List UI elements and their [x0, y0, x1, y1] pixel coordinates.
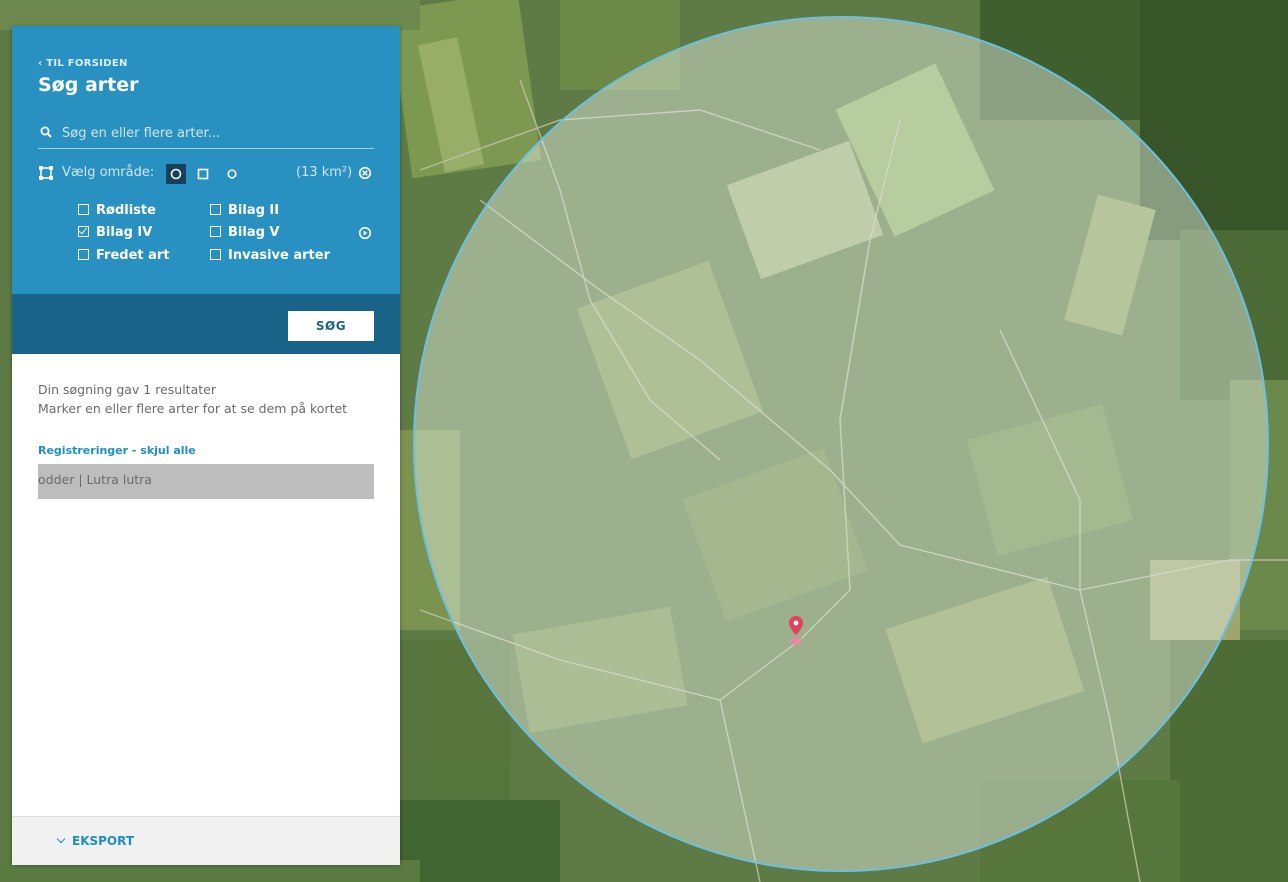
export-label: EKSPORT	[72, 834, 135, 848]
area-label: Vælg område:	[62, 165, 155, 180]
checkbox[interactable]	[210, 249, 221, 260]
chevron-down-icon	[56, 834, 66, 844]
area-selector: Vælg område: (13 km²)	[38, 164, 378, 184]
panel-footer: EKSPORT	[12, 816, 400, 865]
checkbox[interactable]	[78, 249, 89, 260]
result-item[interactable]: odder | Lutra lutra	[38, 464, 374, 499]
filter-label: Invasive arter	[228, 248, 330, 263]
back-to-home-link[interactable]: ‹ TIL FORSIDEN	[38, 58, 128, 69]
result-count-text: Din søgning gav 1 resultater	[38, 382, 216, 397]
area-select-icon	[39, 166, 53, 180]
checkbox[interactable]	[78, 204, 89, 215]
page-title: Søg arter	[38, 74, 139, 96]
rectangle-shape-button[interactable]	[193, 164, 213, 184]
checkbox[interactable]	[210, 226, 221, 237]
point-shape-icon	[227, 169, 237, 179]
play-circle-icon[interactable]	[358, 226, 372, 240]
filter-label: Fredet art	[96, 248, 170, 263]
filter-invasive-arter[interactable]: Invasive arter	[210, 248, 330, 263]
clear-area-icon[interactable]	[358, 166, 372, 180]
species-search	[38, 122, 374, 149]
species-search-input[interactable]	[62, 122, 370, 144]
filter-label: Bilag IV	[96, 225, 153, 240]
area-size: (13 km²)	[296, 165, 353, 180]
filter-bilag-ii[interactable]: Bilag II	[210, 203, 279, 218]
filter-bilag-iv[interactable]: Bilag IV	[78, 225, 152, 240]
hide-all-registrations-link[interactable]: Registreringer - skjul alle	[38, 444, 196, 457]
search-panel: ‹ TIL FORSIDEN Søg arter Vælg område:	[12, 26, 400, 865]
export-button[interactable]: EKSPORT	[56, 834, 135, 848]
point-shape-button[interactable]	[222, 164, 242, 184]
search-button[interactable]: SØG	[288, 311, 374, 341]
checkbox-checked[interactable]	[78, 226, 89, 237]
circle-shape-icon	[170, 168, 182, 180]
result-item-label: odder | Lutra lutra	[38, 472, 152, 487]
result-summary: Din søgning gav 1 resultater Marker en e…	[38, 380, 347, 418]
search-action-band: SØG	[12, 294, 400, 354]
filter-label: Bilag II	[228, 203, 280, 218]
filter-label: Bilag V	[228, 225, 280, 240]
filter-label: Rødliste	[96, 203, 156, 218]
checkbox[interactable]	[210, 204, 221, 215]
circle-shape-button[interactable]	[166, 164, 186, 184]
filter-fredet-art[interactable]: Fredet art	[78, 248, 170, 263]
rectangle-shape-icon	[197, 168, 209, 180]
filter-rodliste[interactable]: Rødliste	[78, 203, 156, 218]
search-area-circle[interactable]	[413, 16, 1269, 872]
search-icon	[40, 126, 52, 138]
result-hint-text: Marker en eller flere arter for at se de…	[38, 401, 348, 416]
panel-header: ‹ TIL FORSIDEN Søg arter Vælg område:	[12, 26, 400, 294]
filter-bilag-v[interactable]: Bilag V	[210, 225, 280, 240]
